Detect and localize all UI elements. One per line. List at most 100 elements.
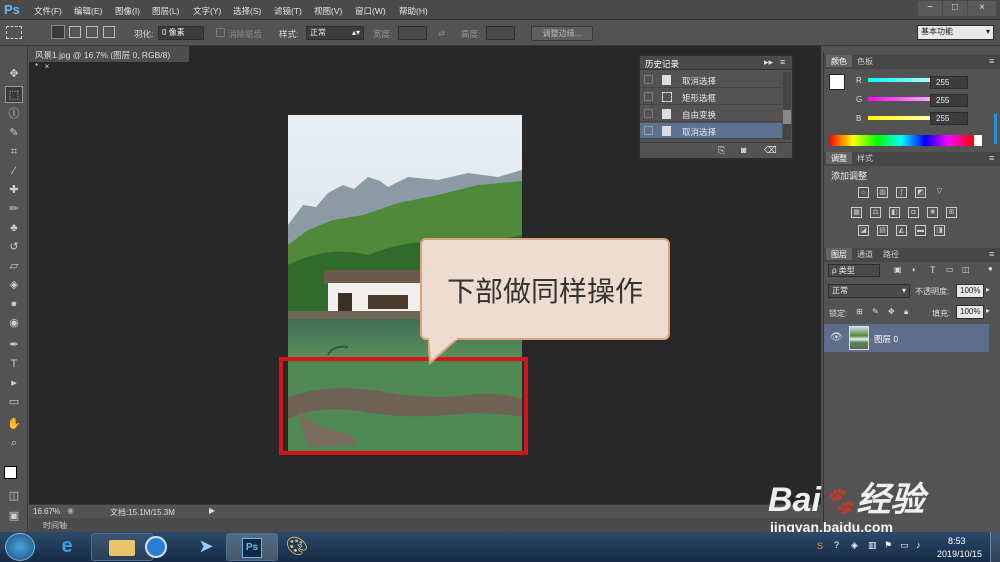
zoom-tool-icon[interactable]: ⌕: [5, 435, 23, 452]
paint-bucket-icon[interactable]: ◈: [5, 277, 23, 294]
menu-help[interactable]: 帮助(H): [399, 5, 428, 17]
hand-tool-icon[interactable]: ✋: [5, 416, 23, 433]
tab-paths[interactable]: 路径: [878, 248, 904, 260]
menu-window[interactable]: 窗口(W): [355, 5, 386, 17]
marquee-tool-icon[interactable]: [6, 26, 22, 39]
color-lookup-icon[interactable]: ⊞: [946, 207, 957, 218]
document-tab[interactable]: 风景1.jpg @ 16.7% (图层 0, RGB/8) * ×: [29, 46, 189, 71]
color-spectrum-bar[interactable]: [829, 135, 973, 146]
posterize-icon[interactable]: ▤: [877, 225, 888, 236]
camera-icon[interactable]: ◙: [741, 145, 746, 155]
history-title[interactable]: 历史记录: [645, 58, 679, 70]
layer-filter-select[interactable]: ρ 类型: [828, 264, 880, 277]
tray-help-icon[interactable]: ?: [834, 540, 839, 550]
lock-all-icon[interactable]: 🔒︎: [904, 307, 908, 317]
vibrance-icon[interactable]: ▽: [934, 187, 945, 198]
status-info-icon[interactable]: ◉: [67, 506, 74, 515]
history-item[interactable]: 取消选择: [640, 72, 782, 88]
refine-edge-button[interactable]: 调整边缘...: [531, 26, 593, 41]
channel-r-input[interactable]: 255: [930, 76, 968, 89]
panel-menu-icon[interactable]: ≡: [780, 57, 785, 67]
pen-tool-icon[interactable]: ✒: [5, 337, 23, 354]
eyedropper-icon[interactable]: ⁄: [5, 163, 23, 180]
panel-menu-icon[interactable]: ≡: [989, 153, 994, 163]
quick-mask-icon[interactable]: ◫: [5, 488, 23, 505]
menu-image[interactable]: 图像(I): [115, 5, 140, 17]
blur-tool-icon[interactable]: ●: [5, 296, 23, 313]
tray-sogou-icon[interactable]: S: [817, 541, 823, 551]
new-document-icon[interactable]: ⎘: [718, 145, 725, 156]
tray-display-icon[interactable]: ▭: [900, 540, 909, 551]
history-brush-icon[interactable]: ↺: [5, 239, 23, 256]
shape-tool-icon[interactable]: ▭: [5, 394, 23, 411]
history-item[interactable]: 矩形选框: [640, 89, 782, 105]
selective-color-icon[interactable]: ◨: [934, 225, 945, 236]
tab-swatches[interactable]: 色板: [852, 55, 878, 67]
clock-date[interactable]: 2019/10/15: [937, 549, 982, 559]
menu-select[interactable]: 选择(S): [233, 5, 261, 17]
history-scrollbar[interactable]: [783, 72, 791, 140]
history-item-selected[interactable]: 取消选择: [640, 123, 782, 139]
tab-adjustments[interactable]: 调整: [826, 152, 852, 164]
swap-icon[interactable]: ⇄: [438, 28, 445, 39]
filter-adjust-icon[interactable]: ◐: [912, 265, 917, 274]
black-white-icon[interactable]: ◧: [889, 207, 900, 218]
menu-type[interactable]: 文字(Y): [193, 5, 221, 17]
history-item[interactable]: 自由变换: [640, 106, 782, 122]
menu-edit[interactable]: 编辑(E): [74, 5, 102, 17]
layer-name[interactable]: 图层 0: [874, 333, 898, 345]
clone-stamp-icon[interactable]: ♣: [5, 220, 23, 237]
close-button[interactable]: ×: [968, 1, 996, 16]
menu-file[interactable]: 文件(F): [34, 5, 62, 17]
ie-icon[interactable]: e: [36, 533, 98, 561]
blend-mode-select[interactable]: 正常 ▾: [828, 284, 910, 298]
filter-toggle-icon[interactable]: ●: [988, 264, 993, 273]
intersect-selection-icon[interactable]: [103, 26, 115, 38]
dodge-tool-icon[interactable]: ◉: [5, 315, 23, 332]
brightness-icon[interactable]: ☼: [858, 187, 869, 198]
filter-pixel-icon[interactable]: ▣: [894, 265, 902, 274]
channel-mixer-icon[interactable]: ❀: [927, 207, 938, 218]
levels-icon[interactable]: ▥: [877, 187, 888, 198]
tray-volume-icon[interactable]: ♪: [916, 540, 921, 550]
style-select[interactable]: 正常 ▴▾: [306, 26, 364, 40]
feather-input[interactable]: 0 像素: [158, 26, 204, 40]
hue-saturation-icon[interactable]: ▦: [851, 207, 862, 218]
menu-layer[interactable]: 图层(L): [152, 5, 179, 17]
subtract-selection-icon[interactable]: [86, 26, 98, 38]
tray-flag-icon[interactable]: ⚑: [884, 540, 892, 551]
gradient-map-icon[interactable]: ▬: [915, 225, 926, 236]
marquee-tool-icon[interactable]: ⬚: [5, 86, 23, 103]
show-desktop-button[interactable]: [990, 532, 1000, 562]
menu-view[interactable]: 视图(V): [314, 5, 342, 17]
foreground-color-swatch[interactable]: [829, 74, 845, 90]
eye-visibility-icon[interactable]: 👁︎: [830, 332, 843, 343]
antialias-checkbox[interactable]: [216, 28, 225, 37]
fill-input[interactable]: 100%: [956, 305, 984, 319]
channel-g-input[interactable]: 255: [930, 94, 968, 107]
eraser-icon[interactable]: ▱: [5, 258, 23, 275]
invert-icon[interactable]: ◪: [858, 225, 869, 236]
collapse-icon[interactable]: ▸▸: [764, 57, 773, 68]
crop-tool-icon[interactable]: ⌗: [5, 144, 23, 161]
width-input[interactable]: [398, 26, 427, 40]
height-input[interactable]: [486, 26, 515, 40]
menu-filter[interactable]: 滤镜(T): [274, 5, 302, 17]
paint-icon[interactable]: 🎨︎: [266, 533, 328, 561]
foreground-color-swatch[interactable]: [4, 466, 17, 479]
filter-shape-icon[interactable]: ▭: [946, 265, 954, 274]
start-button[interactable]: [5, 533, 35, 561]
filter-smart-icon[interactable]: ◫: [962, 265, 970, 274]
type-tool-icon[interactable]: T: [5, 356, 23, 373]
exposure-icon[interactable]: ◩: [915, 187, 926, 198]
lock-position-icon[interactable]: ✥: [888, 307, 895, 316]
path-select-icon[interactable]: ▸: [5, 375, 23, 392]
screen-mode-icon[interactable]: ▣: [5, 508, 23, 525]
brush-tool-icon[interactable]: ✏: [5, 201, 23, 218]
minimize-button[interactable]: −: [918, 1, 942, 16]
fill-dropdown-icon[interactable]: ▸: [986, 306, 990, 315]
filter-type-icon[interactable]: T: [930, 265, 936, 275]
tab-color[interactable]: 颜色: [826, 55, 852, 67]
workspace-select[interactable]: 基本功能 ▾: [917, 25, 994, 40]
new-selection-icon[interactable]: [51, 25, 65, 39]
